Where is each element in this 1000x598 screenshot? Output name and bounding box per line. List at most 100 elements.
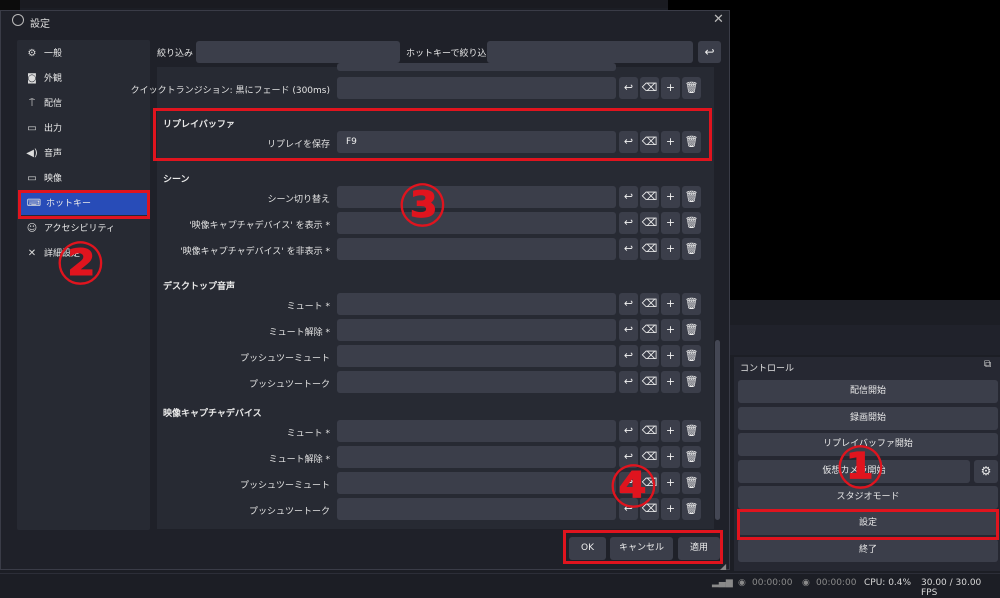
add-icon[interactable]: + <box>661 420 680 442</box>
obs-logo-icon <box>12 14 24 26</box>
trash-icon[interactable]: 🗑 <box>682 238 701 260</box>
highlight-replay-hotkey <box>153 108 712 161</box>
hotkey-field[interactable] <box>337 446 616 468</box>
add-icon[interactable]: + <box>661 472 680 494</box>
sidebar-item-label: 配信 <box>44 99 63 109</box>
hotkey-label: ミュート * <box>286 429 330 439</box>
hotkey-field[interactable] <box>337 345 616 367</box>
revert-icon[interactable]: ↩ <box>619 319 638 341</box>
clear-icon[interactable]: ⌫ <box>640 212 659 234</box>
start-streaming-button[interactable]: 配信開始 <box>738 380 998 403</box>
sidebar-item-label: 映像 <box>44 174 63 184</box>
trash-icon[interactable]: 🗑 <box>682 293 701 315</box>
hotkey-field[interactable] <box>337 472 616 494</box>
sidebar-item-video[interactable]: ▭ 映像 <box>19 168 149 190</box>
hotkey-field[interactable] <box>337 186 616 208</box>
fps-readout: 30.00 / 30.00 FPS <box>921 578 982 598</box>
clear-icon[interactable]: ⌫ <box>640 420 659 442</box>
hotkey-label: プッシュツーミュート <box>239 354 330 364</box>
cpu-usage: CPU: 0.4% <box>864 578 912 588</box>
clear-icon[interactable]: ⌫ <box>640 293 659 315</box>
revert-icon[interactable]: ↩ <box>619 345 638 367</box>
scrollbar-thumb[interactable] <box>715 340 720 520</box>
hotkey-field[interactable] <box>337 420 616 442</box>
add-icon[interactable]: + <box>661 186 680 208</box>
stream-time: 00:00:00 <box>752 578 793 588</box>
trash-icon[interactable]: 🗑 <box>682 77 701 99</box>
hotkey-label: ミュート * <box>286 302 330 312</box>
revert-icon[interactable]: ↩ <box>619 238 638 260</box>
sidebar-item-general[interactable]: ⚙ 一般 <box>19 43 149 65</box>
signal-icon: ▂▄▆ <box>712 578 733 588</box>
clear-icon[interactable]: ⌫ <box>640 371 659 393</box>
trash-icon[interactable]: 🗑 <box>682 319 701 341</box>
hotkey-filter-input[interactable] <box>487 41 693 63</box>
revert-icon[interactable]: ↩ <box>619 77 638 99</box>
revert-icon[interactable]: ↩ <box>619 293 638 315</box>
dock-panel-bg <box>730 325 1000 355</box>
clear-icon[interactable]: ⌫ <box>640 319 659 341</box>
hotkey-field[interactable] <box>337 293 616 315</box>
add-icon[interactable]: + <box>661 212 680 234</box>
hotkey-label: プッシュツートーク <box>248 380 330 390</box>
add-icon[interactable]: + <box>661 319 680 341</box>
hotkey-label: '映像キャプチャデバイス' を表示 * <box>189 221 330 231</box>
trash-icon[interactable]: 🗑 <box>682 186 701 208</box>
clear-icon[interactable]: ⌫ <box>640 345 659 367</box>
hotkey-label: '映像キャプチャデバイス' を非表示 * <box>180 247 330 257</box>
undock-icon[interactable]: ⧉ <box>984 359 996 371</box>
section-title-desktop-audio: デスクトップ音声 <box>163 282 236 292</box>
sidebar-item-label: 音声 <box>44 149 63 159</box>
hotkey-field[interactable] <box>337 371 616 393</box>
undo-icon[interactable]: ↩ <box>698 41 721 63</box>
add-icon[interactable]: + <box>661 446 680 468</box>
start-recording-button[interactable]: 録画開始 <box>738 407 998 430</box>
hotkey-label: ミュート解除 * <box>268 328 330 338</box>
add-icon[interactable]: + <box>661 293 680 315</box>
trash-icon[interactable]: 🗑 <box>682 420 701 442</box>
record-time: 00:00:00 <box>816 578 857 588</box>
annotation-number-4: ④ <box>608 452 659 522</box>
gear-icon: ⚙ <box>27 48 37 59</box>
broadcast-icon: ⍑ <box>29 98 35 109</box>
hotkey-field[interactable] <box>337 77 616 99</box>
record-icon: ◉ <box>802 578 810 588</box>
clear-icon[interactable]: ⌫ <box>640 238 659 260</box>
highlight-hotkeys-tab <box>18 190 150 219</box>
trash-icon[interactable]: 🗑 <box>682 446 701 468</box>
trash-icon[interactable]: 🗑 <box>682 472 701 494</box>
section-title-video-capture: 映像キャプチャデバイス <box>163 409 262 419</box>
controls-title: コントロール <box>740 364 795 374</box>
add-icon[interactable]: + <box>661 371 680 393</box>
clear-icon[interactable]: ⌫ <box>640 77 659 99</box>
sidebar-item-stream[interactable]: ⍑ 配信 <box>19 93 149 115</box>
add-icon[interactable]: + <box>661 238 680 260</box>
trash-icon[interactable]: 🗑 <box>682 498 701 520</box>
trash-icon[interactable]: 🗑 <box>682 212 701 234</box>
filter-label: 絞り込み <box>157 49 194 59</box>
add-icon[interactable]: + <box>661 77 680 99</box>
exit-button[interactable]: 終了 <box>738 539 998 562</box>
clear-icon[interactable]: ⌫ <box>640 186 659 208</box>
revert-icon[interactable]: ↩ <box>619 212 638 234</box>
hotkey-field-partial[interactable] <box>337 63 616 71</box>
hotkey-label: プッシュツートーク <box>248 507 330 517</box>
trash-icon[interactable]: 🗑 <box>682 345 701 367</box>
revert-icon[interactable]: ↩ <box>619 420 638 442</box>
revert-icon[interactable]: ↩ <box>619 186 638 208</box>
hotkey-field[interactable] <box>337 498 616 520</box>
virtual-camera-gear-icon[interactable]: ⚙ <box>974 460 998 483</box>
hotkey-label: ミュート解除 * <box>268 455 330 465</box>
trash-icon[interactable]: 🗑 <box>682 371 701 393</box>
add-icon[interactable]: + <box>661 345 680 367</box>
hotkey-field[interactable] <box>337 212 616 234</box>
highlight-settings-button <box>737 509 999 540</box>
hotkey-filter-label: ホットキーで絞り込み <box>406 49 496 59</box>
hotkey-field[interactable] <box>337 238 616 260</box>
hotkey-field[interactable] <box>337 319 616 341</box>
sidebar-item-label: 一般 <box>44 49 63 59</box>
revert-icon[interactable]: ↩ <box>619 371 638 393</box>
filter-input[interactable] <box>196 41 400 63</box>
close-icon[interactable]: ✕ <box>713 12 724 27</box>
add-icon[interactable]: + <box>661 498 680 520</box>
